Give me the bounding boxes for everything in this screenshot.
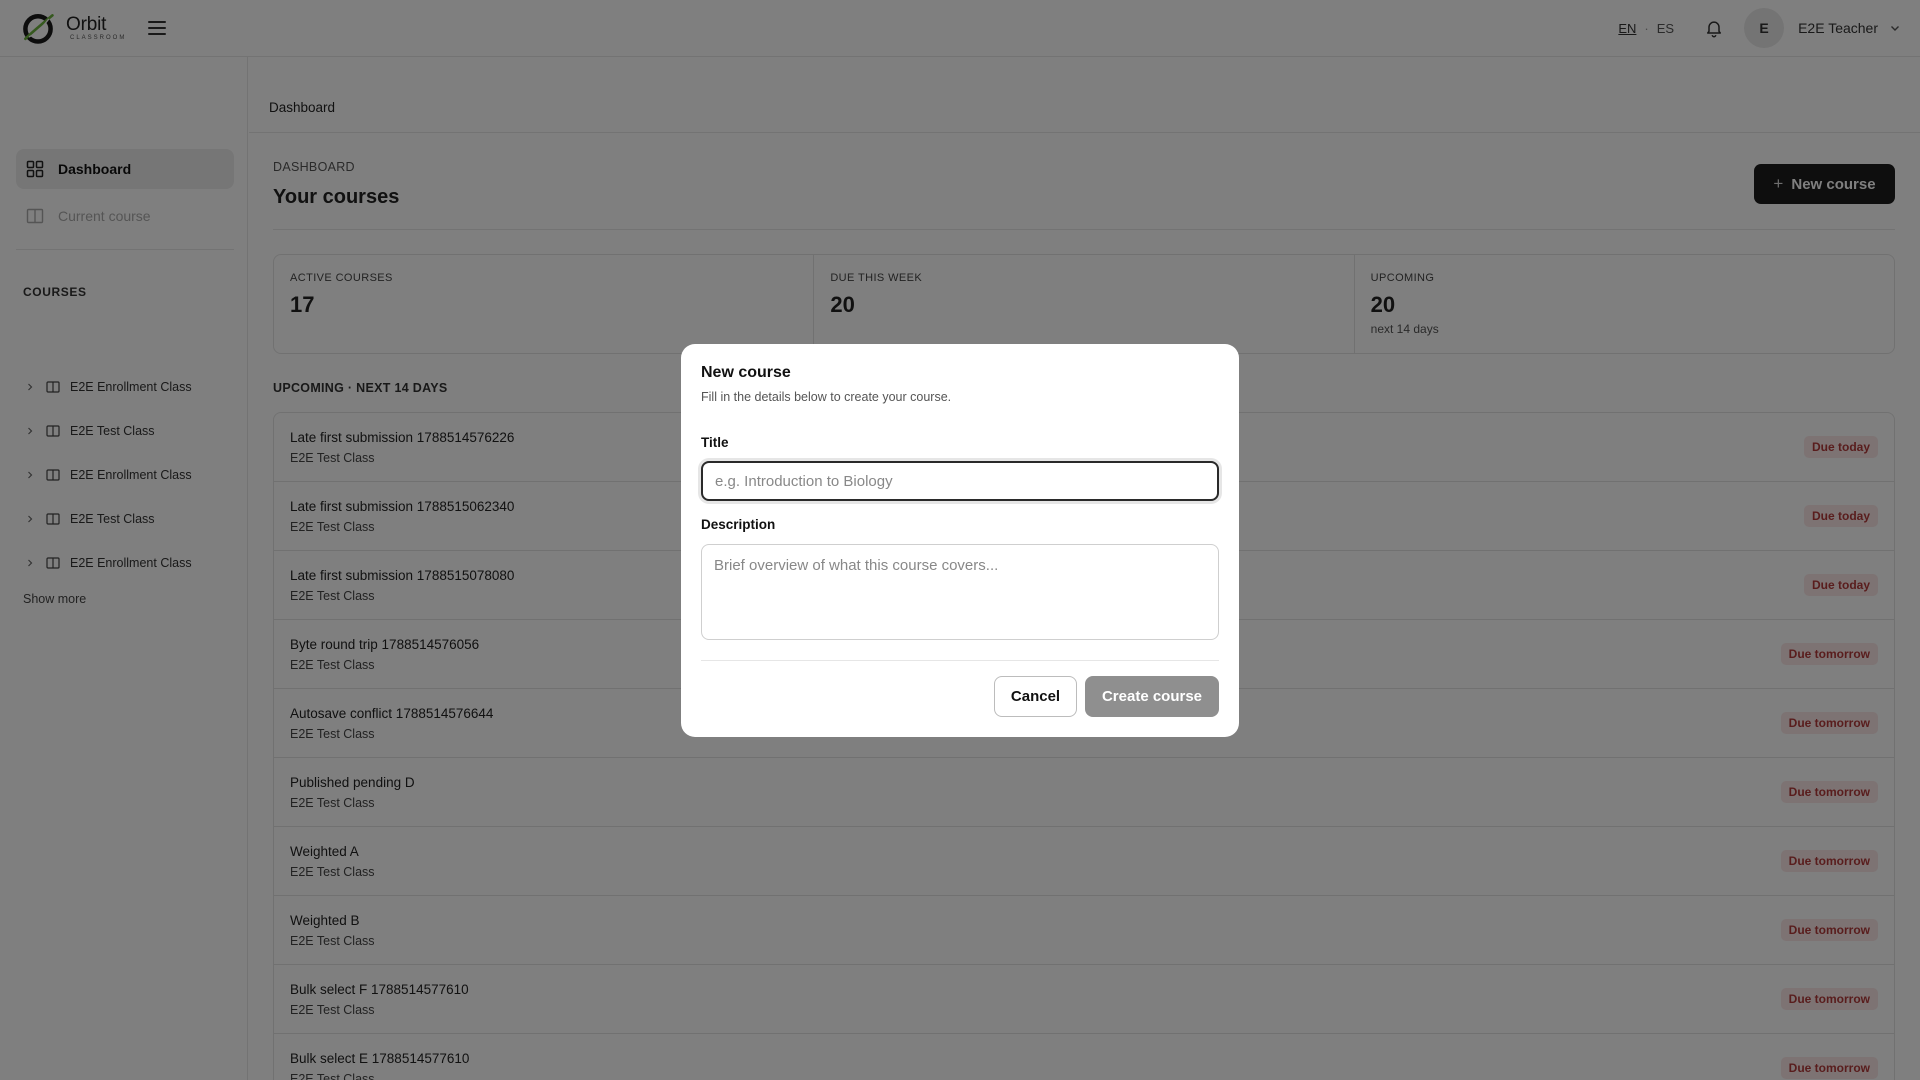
dialog-title: New course: [701, 364, 791, 381]
dialog-divider: [701, 660, 1219, 661]
create-course-button[interactable]: Create course: [1085, 676, 1219, 717]
course-title-input[interactable]: [701, 461, 1219, 501]
new-course-dialog: New course Fill in the details below to …: [681, 344, 1239, 737]
description-label: Description: [701, 517, 776, 532]
dialog-description: Fill in the details below to create your…: [701, 390, 952, 404]
title-label: Title: [701, 435, 729, 450]
cancel-button[interactable]: Cancel: [994, 676, 1077, 717]
course-description-input[interactable]: [701, 544, 1219, 640]
